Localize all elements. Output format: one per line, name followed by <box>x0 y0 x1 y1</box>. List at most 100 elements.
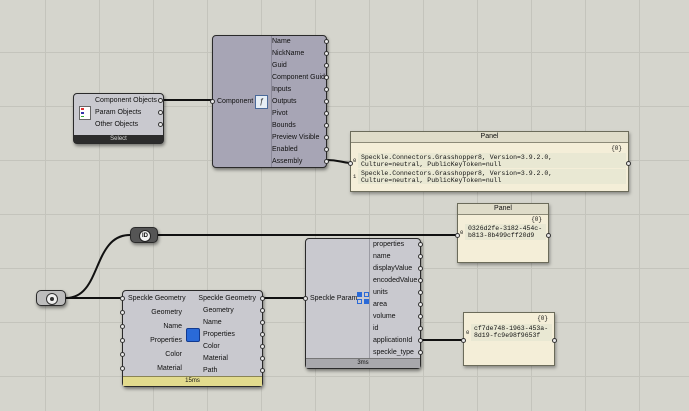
input-grip[interactable] <box>324 63 329 68</box>
select-item-component-objects[interactable]: Component Objects <box>95 97 157 105</box>
input-grip[interactable] <box>418 302 423 307</box>
speckle-geometry-output-label: Material <box>203 355 228 362</box>
speckle-geometry-output-label: Path <box>203 367 218 374</box>
input-grip[interactable] <box>210 99 215 104</box>
output-grip[interactable] <box>120 352 125 357</box>
speckle-param-output-label: applicationId <box>373 337 413 344</box>
panel-row-text: 0326d2fe-3182-454c-b813-8b499cff20d9 <box>468 225 543 239</box>
deconstruct-output-label: Bounds <box>272 122 296 129</box>
input-grip[interactable] <box>418 326 423 331</box>
output-grip[interactable] <box>260 296 265 301</box>
select-objects-component[interactable]: Component Objects Param Objects Other Ob… <box>73 93 164 144</box>
selection-list-icon <box>79 106 91 120</box>
wire-source-to-id <box>65 234 131 299</box>
input-grip[interactable] <box>418 266 423 271</box>
deconstruct-output-label: Assembly <box>272 158 303 165</box>
timing-bar: 15ms <box>123 376 262 386</box>
input-grip[interactable] <box>324 99 329 104</box>
input-grip[interactable] <box>324 147 329 152</box>
input-grip[interactable] <box>260 308 265 313</box>
eye-param-icon <box>46 293 58 305</box>
input-grip[interactable] <box>418 314 423 319</box>
panel-assembly[interactable]: Panel {0} 0 1 Speckle.Connectors.Grassho… <box>348 131 631 192</box>
panel-title: Panel <box>351 132 628 143</box>
source-parameter[interactable] <box>36 290 66 306</box>
deconstruct-output-label: Guid <box>272 62 287 69</box>
panel-application-id[interactable]: {0} 0 cf7de748-1963-453a-8d19-fc9e98f965… <box>461 312 557 366</box>
speckle-param-output-label: displayValue <box>373 265 413 272</box>
panel-output-grip[interactable] <box>552 338 557 343</box>
input-grip[interactable] <box>260 344 265 349</box>
select-item-other-objects[interactable]: Other Objects <box>95 121 138 129</box>
timing-bar: 3ms <box>306 358 420 368</box>
function-object-icon: ƒ <box>255 95 268 109</box>
speckle-param-output-label: area <box>373 301 388 308</box>
wire-assembly-to-panel <box>326 159 351 164</box>
output-grip[interactable] <box>120 324 125 329</box>
id-parameter[interactable]: ID <box>130 227 158 243</box>
panel-row-index: 0 <box>353 157 357 164</box>
input-grip[interactable] <box>260 356 265 361</box>
deconstruct-output-label: NickName <box>272 50 305 57</box>
input-grip[interactable] <box>260 320 265 325</box>
output-grip[interactable] <box>158 122 163 127</box>
output-grip[interactable] <box>120 310 125 315</box>
input-grip[interactable] <box>324 135 329 140</box>
panel-input-grip[interactable] <box>348 161 353 166</box>
deconstruct-output-label: Enabled <box>272 146 298 153</box>
input-grip[interactable] <box>324 39 329 44</box>
speckle-param-output-label: encodedValue <box>373 277 418 284</box>
input-grip[interactable] <box>324 87 329 92</box>
input-grip[interactable] <box>260 332 265 337</box>
input-grip[interactable] <box>418 350 423 355</box>
speckle-geometry-input-label: Properties <box>150 337 182 344</box>
output-grip[interactable] <box>120 338 125 343</box>
speckle-cube-icon <box>186 328 200 342</box>
input-grip[interactable] <box>324 159 329 164</box>
speckle-param-output-label: speckle_type <box>373 349 414 356</box>
id-label: ID <box>139 230 151 242</box>
panel-count: {0} <box>537 315 548 322</box>
input-grip[interactable] <box>324 111 329 116</box>
deconstruct-output-label: Name <box>272 38 291 45</box>
output-grip[interactable] <box>120 366 125 371</box>
panel-output-grip[interactable] <box>626 161 631 166</box>
output-grip[interactable] <box>158 110 163 115</box>
input-grip[interactable] <box>303 296 308 301</box>
input-grip[interactable] <box>324 75 329 80</box>
select-item-param-objects[interactable]: Param Objects <box>95 109 141 117</box>
speckle-param-component[interactable]: Speckle Param properties name displayValue… <box>303 238 423 369</box>
deconstruct-output-label: Component Guid <box>272 74 325 81</box>
deconstruct-component[interactable]: Component ƒ Name NickName Guid Component Gu… <box>210 35 329 168</box>
speckle-geometry-component[interactable]: Speckle Geometry Speckle Geometry Geomet… <box>120 290 265 387</box>
input-grip[interactable] <box>120 296 125 301</box>
input-grip[interactable] <box>324 123 329 128</box>
panel-output-grip[interactable] <box>546 233 551 238</box>
speckle-param-output-label: volume <box>373 313 396 320</box>
speckle-geometry-output-label: Name <box>203 319 222 326</box>
input-grip[interactable] <box>418 290 423 295</box>
deconstruct-output-label: Preview Visible <box>272 134 320 141</box>
deconstruct-output-label: Pivot <box>272 110 288 117</box>
output-grip[interactable] <box>158 98 163 103</box>
input-grip[interactable] <box>418 278 423 283</box>
panel-guid[interactable]: Panel {0} 0 0326d2fe-3182-454c-b813-8b49… <box>455 203 551 263</box>
input-grip[interactable] <box>324 51 329 56</box>
input-speckle-param: Speckle Param <box>310 295 358 302</box>
speckle-geometry-input-label: Material <box>157 365 182 372</box>
panel-row-index: 0 <box>466 329 470 336</box>
panel-input-grip[interactable] <box>455 233 460 238</box>
panel-count: {0} <box>531 216 542 223</box>
expand-object-icon <box>357 292 369 304</box>
panel-count: {0} <box>611 145 622 152</box>
select-footer: Select <box>74 135 163 143</box>
panel-input-grip[interactable] <box>461 338 466 343</box>
input-grip[interactable] <box>260 368 265 373</box>
speckle-param-output-label: name <box>373 253 391 260</box>
input-grip[interactable] <box>418 254 423 259</box>
speckle-geometry-output-label: Geometry <box>203 307 234 314</box>
input-grip[interactable] <box>418 242 423 247</box>
input-grip[interactable] <box>418 338 423 343</box>
panel-row-text: Speckle.Connectors.Grasshopper8, Version… <box>361 154 553 168</box>
panel-row-text: cf7de748-1963-453a-8d19-fc9e98f9653f <box>474 325 549 339</box>
